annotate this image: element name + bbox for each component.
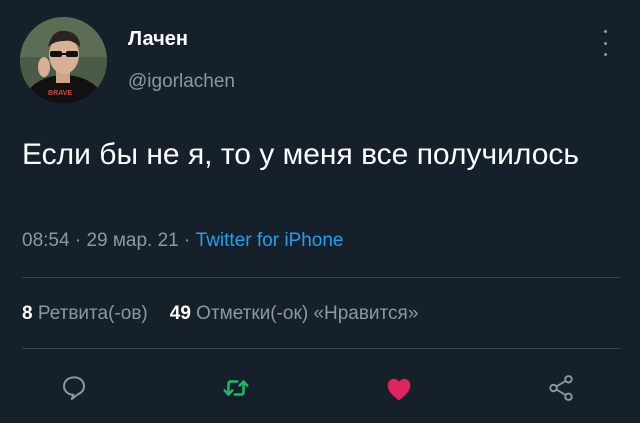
heart-icon — [387, 378, 411, 401]
share-icon — [549, 375, 573, 401]
meta-separator: · — [178, 230, 196, 251]
user-handle[interactable]: @igorlachen — [128, 71, 235, 93]
tweet-source-link[interactable]: Twitter for iPhone — [196, 230, 344, 251]
likes-label: Отметки(-ок) «Нравится» — [196, 303, 419, 324]
avatar[interactable]: BRAVE — [20, 17, 107, 104]
like-button[interactable] — [381, 370, 417, 406]
retweets-count: 8 — [22, 303, 33, 324]
retweet-icon — [223, 380, 249, 396]
likes-count: 49 — [169, 303, 191, 324]
retweets-stat[interactable]: 8 Ретвита(-ов) — [22, 303, 148, 324]
retweets-label: Ретвита(-ов) — [37, 303, 148, 324]
tweet-meta: 08:54 · 29 мар. 21 · Twitter for iPhone — [22, 230, 343, 252]
tweet-time: 08:54 — [22, 230, 70, 251]
retweet-button[interactable] — [218, 370, 254, 406]
share-button[interactable] — [543, 370, 579, 406]
avatar-photo: BRAVE — [20, 17, 107, 104]
svg-text:BRAVE: BRAVE — [48, 90, 72, 97]
comment-icon — [63, 376, 85, 400]
reply-button[interactable] — [56, 370, 92, 406]
more-options-icon[interactable] — [596, 30, 614, 56]
tweet-card: BRAVE Лачен @igorlachen Если бы не я, то… — [0, 0, 640, 423]
tweet-date: 29 мар. 21 — [86, 230, 179, 251]
likes-stat[interactable]: 49 Отметки(-ок) «Нравится» — [170, 303, 419, 324]
meta-separator: · — [69, 230, 87, 251]
divider — [22, 348, 620, 349]
divider — [22, 277, 620, 278]
tweet-text: Если бы не я, то у меня все получилось — [22, 138, 580, 171]
tweet-stats: 8 Ретвита(-ов) 49 Отметки(-ок) «Нравится» — [22, 303, 418, 325]
display-name[interactable]: Лачен — [128, 28, 188, 51]
